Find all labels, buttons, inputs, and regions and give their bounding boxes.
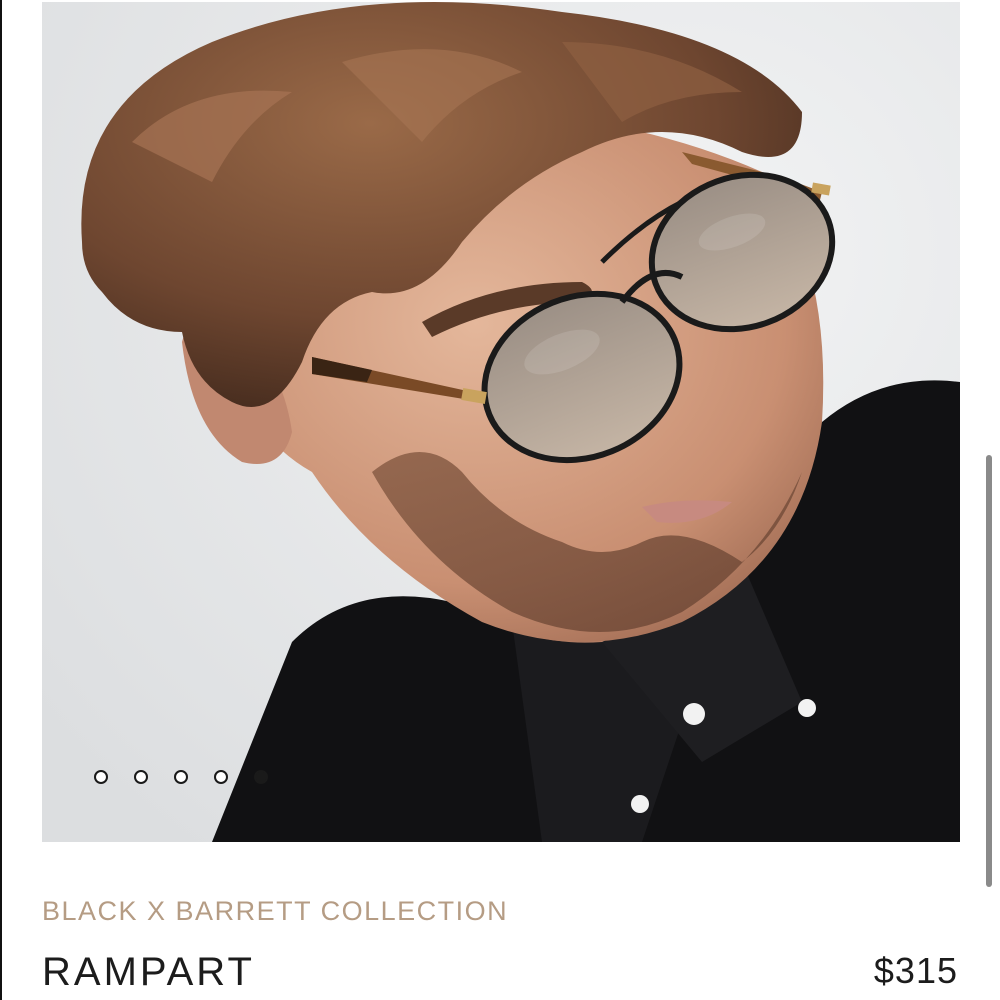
product-image-carousel[interactable]	[42, 2, 960, 842]
carousel-dot-4[interactable]	[214, 770, 228, 784]
carousel-pagination	[94, 770, 268, 784]
product-name: RAMPART	[42, 950, 255, 994]
carousel-dot-1[interactable]	[94, 770, 108, 784]
carousel-dot-2[interactable]	[134, 770, 148, 784]
carousel-dot-3[interactable]	[174, 770, 188, 784]
carousel-dot-5[interactable]	[254, 770, 268, 784]
window-edge	[0, 0, 2, 1000]
scrollbar-thumb[interactable]	[986, 455, 992, 887]
product-page: BLACK X BARRETT COLLECTION RAMPART $315	[0, 0, 1000, 1000]
product-collection: BLACK X BARRETT COLLECTION	[42, 896, 509, 926]
product-price: $315	[873, 950, 958, 991]
product-hero-image	[42, 2, 960, 842]
